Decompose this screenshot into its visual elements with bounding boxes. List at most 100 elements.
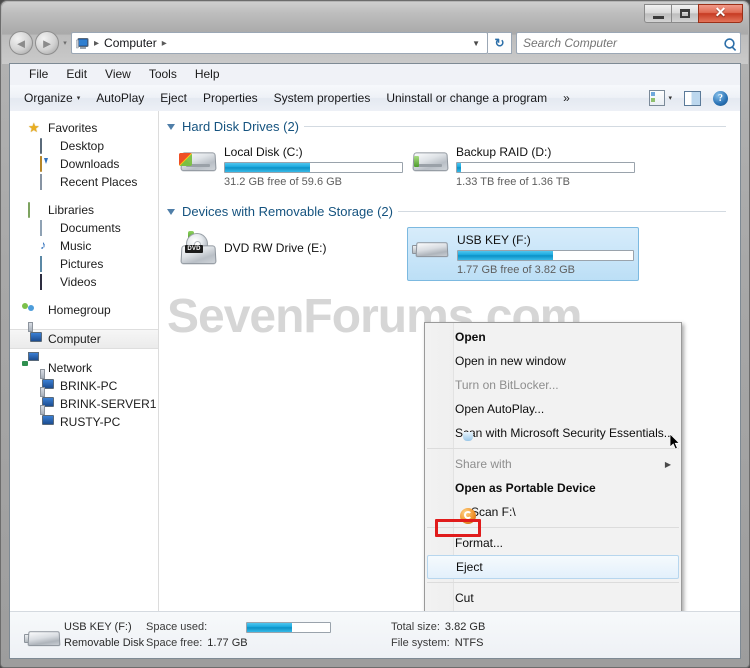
status-col-name: USB KEY (F:) Removable Disk xyxy=(64,621,146,649)
context-menu-item-open-autoplay[interactable]: Open AutoPlay... xyxy=(425,397,681,421)
sidebar-item-homegroup[interactable]: Homegroup xyxy=(10,301,158,319)
command-bar: Organize ▾ AutoPlay Eject Properties Sys… xyxy=(10,85,740,112)
navigation-bar: ◄ ► ▾ ▸ Computer ▸ ▼ ↻ xyxy=(9,31,741,55)
sidebar-item-videos[interactable]: Videos xyxy=(10,273,158,291)
organize-button[interactable]: Organize ▾ xyxy=(16,88,88,108)
status-space-free-label: Space free: xyxy=(146,637,203,649)
drive-tile-backup-raid-d[interactable]: Backup RAID (D:) 1.33 TB free of 1.36 TB xyxy=(407,140,639,192)
sidebar-item-favorites[interactable]: ★ Favorites xyxy=(10,119,158,137)
status-file-system-value: NTFS xyxy=(454,637,484,649)
collapse-triangle-icon[interactable] xyxy=(167,123,175,130)
drive-tile-dvd-rw-e[interactable]: DVD DVD RW Drive (E:) xyxy=(175,227,407,281)
drive-tiles-hard-disks: Local Disk (C:) 31.2 GB free of 59.6 GB xyxy=(159,134,740,192)
menu-edit[interactable]: Edit xyxy=(57,65,96,83)
drive-name: Backup RAID (D:) xyxy=(456,145,552,159)
refresh-button[interactable]: ↻ xyxy=(488,32,512,54)
change-view-button[interactable]: ▾ xyxy=(643,88,678,108)
sidebar-item-rusty-pc[interactable]: RUSTY-PC xyxy=(10,413,158,431)
menu-view[interactable]: View xyxy=(96,65,140,83)
search-box[interactable] xyxy=(516,32,741,54)
context-menu-item-open-in-new-window[interactable]: Open in new window xyxy=(425,349,681,373)
music-icon: ♪ xyxy=(40,238,46,252)
sidebar-item-documents[interactable]: Documents xyxy=(10,219,158,237)
toolbar-overflow-button[interactable]: » xyxy=(555,88,578,108)
sidebar-item-music[interactable]: ♪ Music xyxy=(10,237,158,255)
sidebar-label: Favorites xyxy=(48,121,98,135)
properties-button[interactable]: Properties xyxy=(195,88,266,108)
sidebar-group-network: Network BRINK-PC BRINK-SERVER1 RUSTY-PC xyxy=(10,359,158,431)
history-dropdown-button[interactable]: ▾ xyxy=(59,39,71,47)
sidebar-item-downloads[interactable]: Downloads xyxy=(10,155,158,173)
navigation-pane: ★ Favorites Desktop Downloads Recent Pla… xyxy=(10,111,159,611)
address-bar[interactable]: ▸ Computer ▸ ▼ xyxy=(71,32,488,54)
sidebar-label: Network xyxy=(48,361,93,375)
sidebar-label: Downloads xyxy=(60,157,120,171)
status-total-size-value: 3.82 GB xyxy=(444,621,486,633)
capacity-bar xyxy=(224,162,403,173)
menu-tools[interactable]: Tools xyxy=(140,65,186,83)
preview-pane-icon xyxy=(684,90,701,106)
help-button[interactable]: ? xyxy=(707,89,734,108)
sidebar-item-brink-server1[interactable]: BRINK-SERVER1 xyxy=(10,395,158,413)
status-file-system-row: File system: NTFS xyxy=(391,637,571,649)
sidebar-item-network[interactable]: Network xyxy=(10,359,158,377)
context-menu-item-eject[interactable]: Eject xyxy=(427,555,679,579)
status-col-space-labels: Space used: Space free: 1.77 GB xyxy=(146,621,248,649)
context-menu-item-format[interactable]: Format... xyxy=(425,531,681,555)
status-space-free-row: Space free: 1.77 GB xyxy=(146,637,248,649)
sidebar-label: Recent Places xyxy=(60,175,138,189)
videos-icon xyxy=(40,274,55,290)
show-preview-pane-button[interactable] xyxy=(678,89,707,108)
context-menu-item-scan-f-drive[interactable]: Scan F:\ xyxy=(425,500,681,524)
system-properties-button[interactable]: System properties xyxy=(266,88,379,108)
context-menu-item-open[interactable]: Open xyxy=(425,325,681,349)
sidebar-item-recent-places[interactable]: Recent Places xyxy=(10,173,158,191)
eject-button[interactable]: Eject xyxy=(152,88,195,108)
group-header-hard-disk-drives[interactable]: Hard Disk Drives (2) xyxy=(159,111,740,134)
address-dropdown-icon[interactable]: ▼ xyxy=(467,39,485,48)
capacity-fill xyxy=(457,163,461,172)
status-drive-type: Removable Disk xyxy=(64,637,145,649)
explorer-window: ✕ ◄ ► ▾ ▸ Computer ▸ ▼ ↻ Search Computer… xyxy=(0,0,750,668)
sidebar-label: Pictures xyxy=(60,257,104,271)
context-menu-item-cut[interactable]: Cut xyxy=(425,586,681,610)
group-title: Hard Disk Drives (2) xyxy=(182,119,300,134)
context-menu-item-turn-on-bitlocker: Turn on BitLocker... xyxy=(455,378,559,392)
breadcrumb-computer[interactable]: Computer xyxy=(101,35,160,51)
menu-file[interactable]: File xyxy=(20,65,57,83)
documents-icon xyxy=(40,220,55,236)
status-file-system-label: File system: xyxy=(391,637,450,649)
downloads-icon xyxy=(40,156,55,172)
autoplay-button[interactable]: AutoPlay xyxy=(88,88,152,108)
context-menu-item-scan-with-security-essentials[interactable]: Scan with Microsoft Security Essentials.… xyxy=(425,421,681,445)
capacity-bar xyxy=(456,162,635,173)
group-title: Devices with Removable Storage (2) xyxy=(182,204,393,219)
drive-tile-local-disk-c[interactable]: Local Disk (C:) 31.2 GB free of 59.6 GB xyxy=(175,140,407,192)
group-header-removable-storage[interactable]: Devices with Removable Storage (2) xyxy=(159,192,740,219)
maximize-button[interactable] xyxy=(671,4,698,23)
desktop-icon xyxy=(40,138,55,154)
sidebar-item-brink-pc[interactable]: BRINK-PC xyxy=(10,377,158,395)
sidebar-item-libraries[interactable]: Libraries xyxy=(10,201,158,219)
drive-tile-usb-key-f[interactable]: USB KEY (F:) 1.77 GB free of 3.82 GB xyxy=(407,227,639,281)
minimize-button[interactable] xyxy=(644,4,671,23)
context-menu[interactable]: Open Open in new window Turn on BitLocke… xyxy=(424,322,682,658)
menu-help[interactable]: Help xyxy=(186,65,229,83)
status-spacer xyxy=(246,637,391,649)
refresh-icon: ↻ xyxy=(494,36,505,50)
drive-info: Backup RAID (D:) 1.33 TB free of 1.36 TB xyxy=(456,144,635,188)
search-input[interactable] xyxy=(521,35,723,51)
forward-button[interactable]: ► xyxy=(35,31,59,55)
uninstall-or-change-program-button[interactable]: Uninstall or change a program xyxy=(378,88,555,108)
back-arrow-icon: ◄ xyxy=(14,35,28,51)
collapse-triangle-icon[interactable] xyxy=(167,208,175,215)
close-button[interactable]: ✕ xyxy=(698,4,743,23)
dvd-drive-icon: DVD xyxy=(179,231,217,265)
sidebar-item-computer[interactable]: Computer xyxy=(10,329,158,349)
sidebar-label: Videos xyxy=(60,275,97,289)
breadcrumb-separator-2[interactable]: ▸ xyxy=(160,38,169,49)
context-menu-item-open-as-portable-device[interactable]: Open as Portable Device xyxy=(425,476,681,500)
back-button[interactable]: ◄ xyxy=(9,31,33,55)
sidebar-item-desktop[interactable]: Desktop xyxy=(10,137,158,155)
sidebar-item-pictures[interactable]: Pictures xyxy=(10,255,158,273)
